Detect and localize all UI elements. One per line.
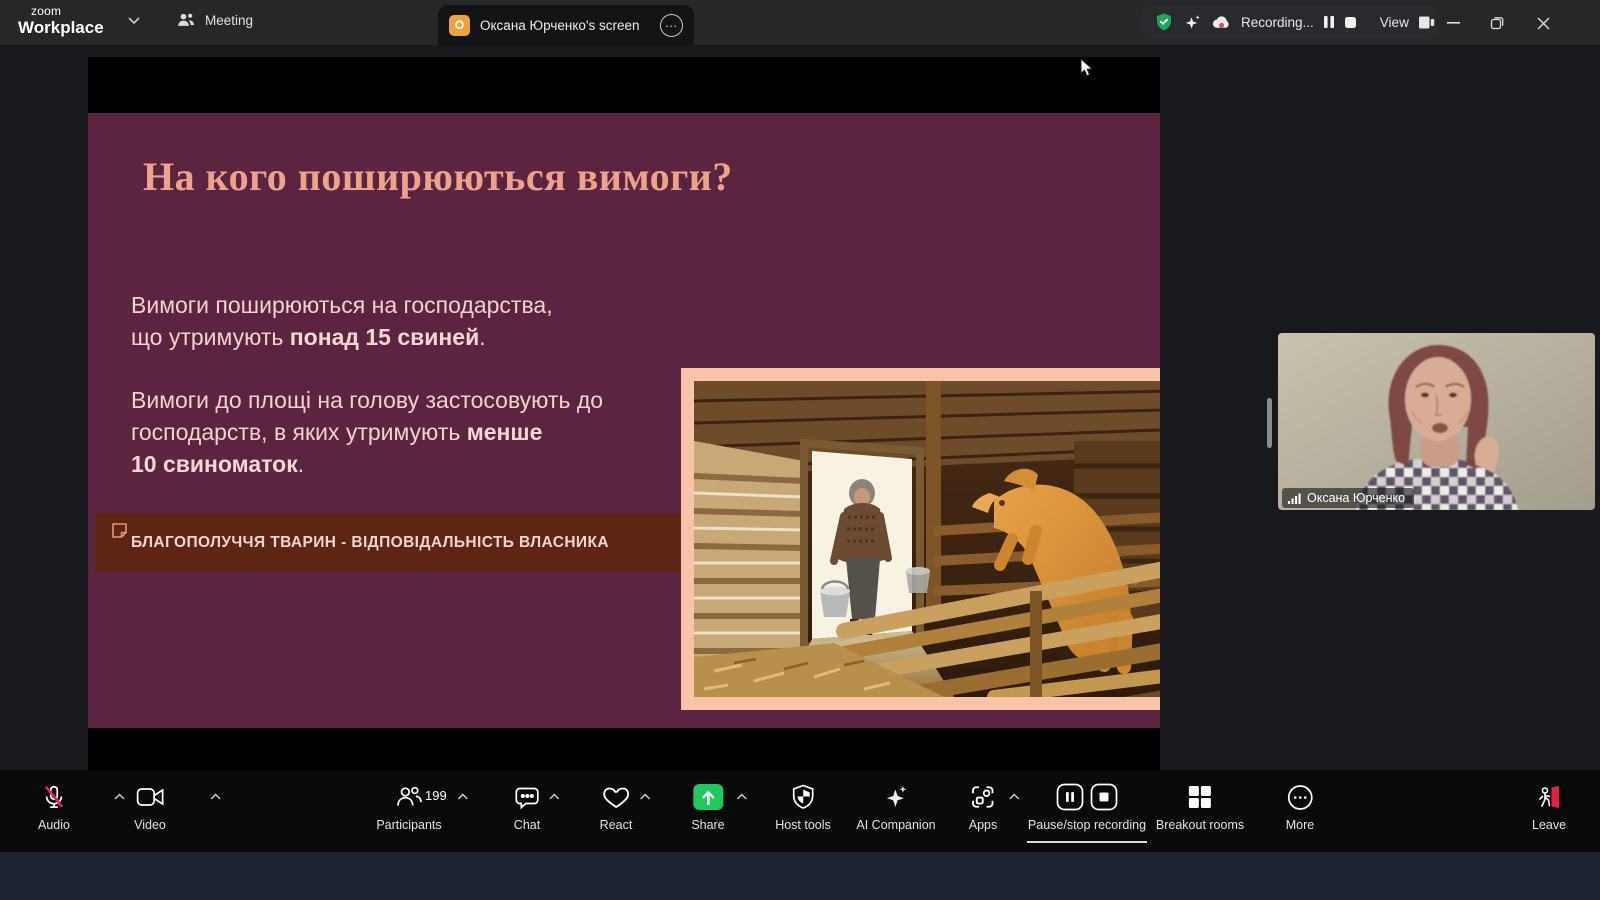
restore-button[interactable] (1482, 11, 1512, 35)
participants-count: 199 (425, 788, 447, 803)
banner-label: БЛАГОПОЛУЧЧЯ ТВАРИН - ВІДПОВІДАЛЬНІСТЬ В… (131, 534, 609, 552)
react-button[interactable]: React (600, 783, 633, 832)
apps-options-chevron[interactable] (1009, 793, 1020, 800)
participant-video-feed (1278, 333, 1595, 510)
thumbnail-resize-handle[interactable] (1267, 398, 1272, 448)
meeting-toolbar: Audio Video 199 Participants (0, 770, 1600, 852)
share-screen-icon (693, 783, 723, 811)
breakout-rooms-grid-icon (1187, 783, 1213, 811)
host-tools-button[interactable]: Host tools (775, 783, 831, 832)
record-label-underline (1027, 841, 1147, 843)
shield-checker-icon (791, 783, 815, 811)
slide-paragraph-1: Вимоги поширюються на господарства, що у… (131, 289, 553, 353)
apps-icon (970, 783, 996, 811)
tab-shared-screen[interactable]: O Оксана Юрченко's screen … (438, 5, 694, 45)
security-shield-icon[interactable] (1154, 12, 1174, 32)
breakout-rooms-button[interactable]: Breakout rooms (1156, 783, 1244, 832)
slide-banner: БЛАГОПОЛУЧЧЯ ТВАРИН - ВІДПОВІДАЛЬНІСТЬ В… (95, 513, 680, 572)
tab-options-icon[interactable]: … (660, 14, 683, 37)
audio-button[interactable]: Audio (38, 783, 70, 832)
stop-record-icon (1090, 783, 1118, 811)
tab-meeting[interactable]: Meeting (176, 11, 253, 29)
recording-status-label: Recording... (1241, 15, 1314, 30)
slide-title: На кого поширюються вимоги? (143, 153, 733, 200)
participant-video-tile[interactable]: Оксана Юрченко (1278, 333, 1595, 510)
video-button[interactable]: Video (134, 783, 166, 832)
chevron-down-icon[interactable] (128, 17, 140, 25)
mouse-cursor (1080, 58, 1094, 78)
participant-name-tag: Оксана Юрченко (1282, 488, 1414, 508)
screen-tab-label: Оксана Юрченко's screen (480, 18, 640, 33)
more-button[interactable]: More (1286, 783, 1314, 832)
ai-companion-button[interactable]: AI Companion (856, 783, 935, 832)
audio-options-chevron[interactable] (114, 793, 125, 800)
slide-photo-frame (681, 368, 1160, 710)
shared-screen-area: На кого поширюються вимоги? Вимоги пошир… (88, 57, 1160, 770)
screen-share-initial-icon: O (449, 15, 470, 36)
mic-muted-icon (41, 783, 67, 811)
zoom-workplace-logo: zoom Workplace (18, 5, 104, 36)
leave-door-icon (1536, 783, 1563, 811)
pause-record-icon (1056, 783, 1084, 811)
participants-icon (395, 783, 423, 811)
chat-options-chevron[interactable] (549, 793, 560, 800)
participants-options-chevron[interactable] (457, 793, 468, 800)
react-options-chevron[interactable] (640, 793, 651, 800)
meeting-tab-label: Meeting (205, 13, 253, 28)
windows-taskbar: Пошук (0, 852, 1600, 900)
close-button[interactable] (1528, 11, 1558, 35)
share-options-chevron[interactable] (736, 793, 747, 800)
view-button-label[interactable]: View (1380, 15, 1409, 30)
heart-icon (603, 783, 630, 811)
view-layout-icon[interactable] (1418, 15, 1435, 30)
titlebar: zoom Workplace Meeting O Оксана Юрченко'… (0, 0, 1600, 45)
chat-button[interactable]: Chat (514, 783, 540, 832)
pause-recording-icon[interactable] (1323, 15, 1335, 29)
more-ellipsis-icon (1286, 783, 1313, 811)
apps-button[interactable]: Apps (969, 783, 998, 832)
stop-recording-icon[interactable] (1344, 16, 1357, 29)
leave-button[interactable]: Leave (1532, 783, 1566, 832)
pause-stop-recording-button[interactable]: Pause/stop recording (1027, 783, 1147, 843)
ai-companion-sparkle-icon (882, 783, 910, 811)
participant-name: Оксана Юрченко (1307, 491, 1405, 505)
meeting-people-icon (176, 11, 196, 29)
participants-button[interactable]: 199 Participants (376, 783, 441, 832)
cloud-recording-icon (1211, 14, 1232, 30)
meeting-status-pill: Recording... View (1142, 5, 1436, 39)
slide-paragraph-2: Вимоги до площі на голову застосовують д… (131, 384, 603, 480)
brand-zoom: zoom (31, 5, 104, 17)
camera-icon (136, 783, 164, 811)
note-icon (111, 522, 128, 539)
chat-icon (514, 783, 540, 811)
pig-barn-photo (694, 381, 1160, 697)
ai-sparkle-icon[interactable] (1183, 13, 1202, 32)
zoom-workplace-window: zoom Workplace Meeting O Оксана Юрченко'… (0, 0, 1600, 900)
presentation-slide: На кого поширюються вимоги? Вимоги пошир… (88, 113, 1160, 728)
minimize-button[interactable] (1438, 11, 1468, 35)
record-controls-icon (1056, 783, 1118, 811)
connection-bars-icon (1288, 493, 1301, 504)
share-button[interactable]: Share (691, 783, 724, 832)
brand-workplace: Workplace (18, 19, 104, 36)
video-options-chevron[interactable] (210, 793, 221, 800)
